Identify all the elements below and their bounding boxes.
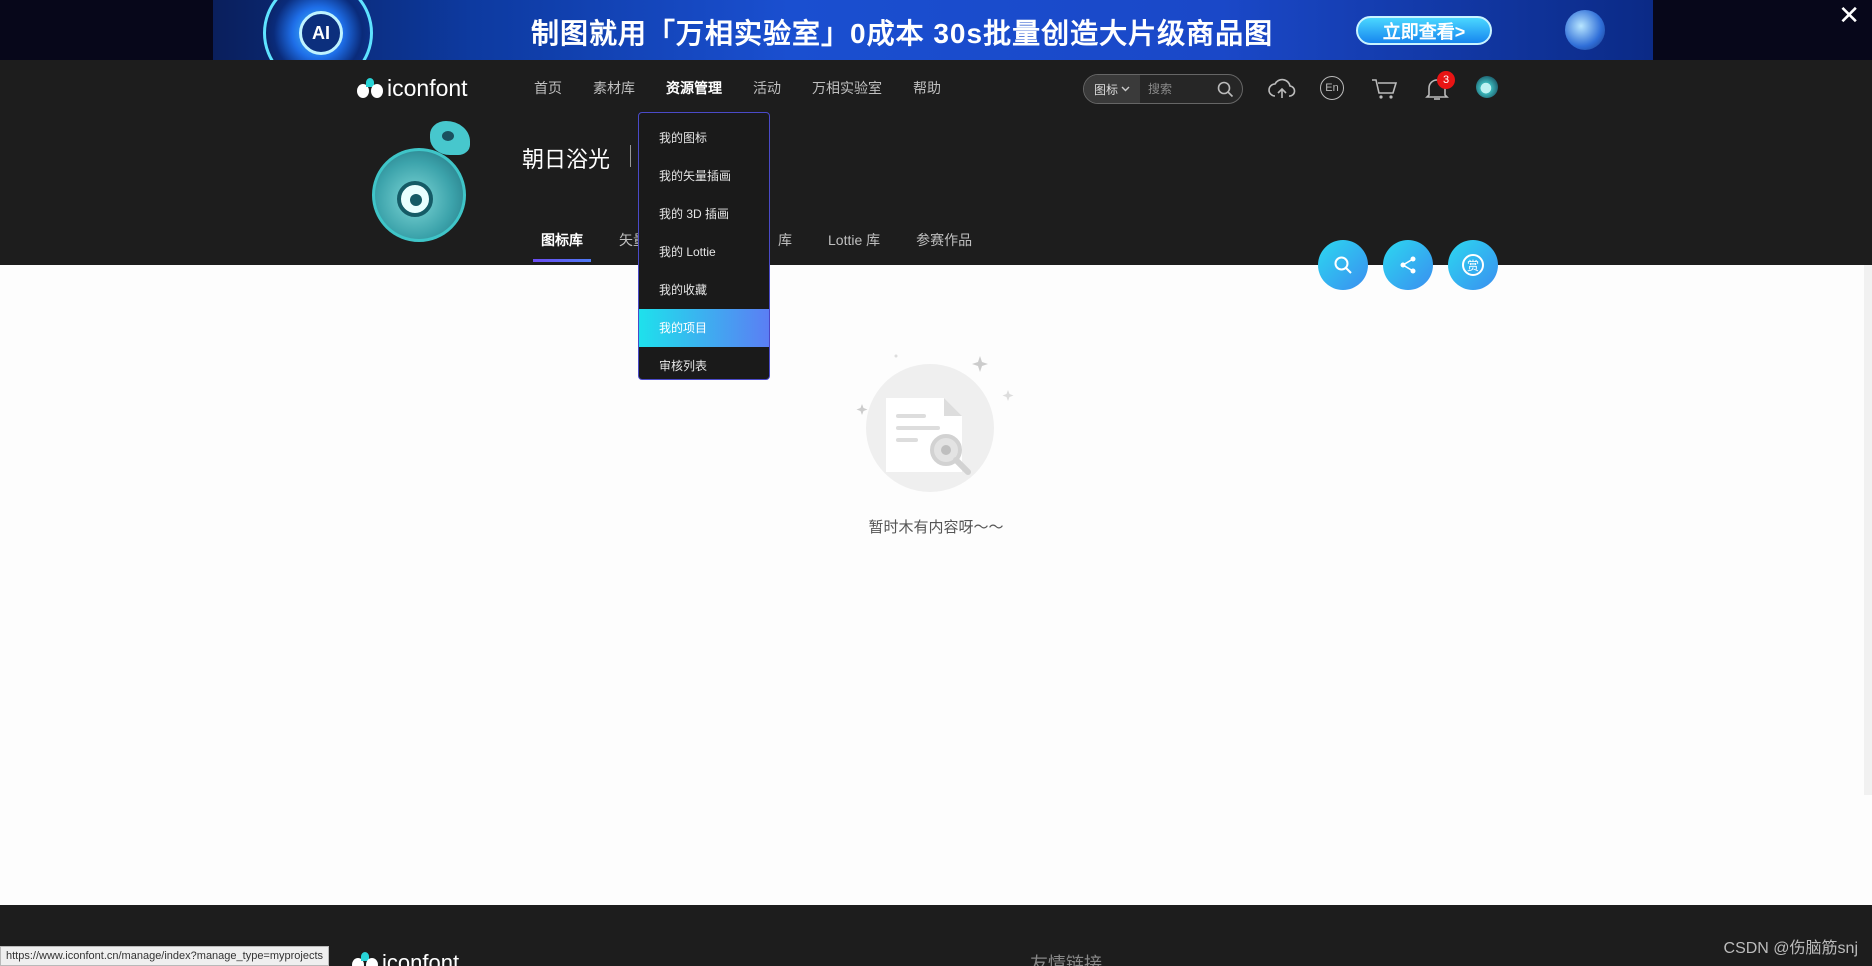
- menu-item-my-icons[interactable]: 我的图标: [639, 119, 769, 157]
- main-nav: 首页 素材库 资源管理 活动 万相实验室 帮助: [534, 78, 972, 98]
- upload-cloud-icon[interactable]: [1268, 76, 1296, 102]
- ai-orb-graphic: AI: [263, 0, 373, 60]
- site-logo[interactable]: iconfont: [357, 75, 468, 102]
- chevron-down-icon: [1121, 86, 1130, 92]
- search-type-select[interactable]: 图标: [1084, 75, 1140, 103]
- username: 朝日浴光: [522, 147, 611, 172]
- search-input[interactable]: [1148, 82, 1218, 96]
- banner-headline: 制图就用「万相实验室」0成本 30s批量创造大片级商品图: [531, 18, 1274, 49]
- menu-item-my-3d-illustrations[interactable]: 我的 3D 插画: [639, 195, 769, 233]
- empty-state-illustration: [856, 354, 1014, 492]
- footer-links-title: 友情链接: [1030, 954, 1102, 966]
- search-icon: [1334, 256, 1352, 274]
- nav-help[interactable]: 帮助: [913, 78, 941, 98]
- divider: [630, 145, 631, 167]
- menu-item-review-list[interactable]: 审核列表: [639, 347, 769, 385]
- close-icon[interactable]: ✕: [1838, 2, 1860, 28]
- tab-lottie[interactable]: Lottie 库: [820, 230, 888, 262]
- tab-icon-library[interactable]: 图标库: [533, 230, 591, 262]
- tab-competition-works[interactable]: 参赛作品: [908, 230, 980, 262]
- menu-item-my-favorites[interactable]: 我的收藏: [639, 271, 769, 309]
- ad-banner[interactable]: AI 制图就用「万相实验室」0成本 30s批量创造大片级商品图 立即查看>: [213, 0, 1653, 60]
- empty-state-message: 暂时木有内容呀～～: [868, 519, 1004, 536]
- cart-icon[interactable]: [1370, 76, 1398, 102]
- resource-management-dropdown: 我的图标 我的矢量插画 我的 3D 插画 我的 Lottie 我的收藏 我的项目…: [638, 112, 770, 380]
- menu-item-my-vector-illustrations[interactable]: 我的矢量插画: [639, 157, 769, 195]
- nav-home[interactable]: 首页: [534, 78, 562, 98]
- nav-wanxiang-lab[interactable]: 万相实验室: [812, 78, 882, 98]
- footer-logo-text: iconfont: [382, 950, 460, 966]
- nav-materials[interactable]: 素材库: [593, 78, 635, 98]
- header-search: 图标: [1083, 74, 1243, 104]
- ai-orb-label: AI: [299, 11, 343, 55]
- share-fab-button[interactable]: [1383, 240, 1433, 290]
- search-icon[interactable]: [1217, 81, 1234, 98]
- page-scrollbar[interactable]: [1864, 265, 1872, 795]
- menu-item-my-lottie[interactable]: 我的 Lottie: [639, 233, 769, 271]
- status-bar-url: https://www.iconfont.cn/manage/index?man…: [0, 946, 330, 966]
- menu-item-my-projects[interactable]: 我的项目: [639, 309, 769, 347]
- nav-activities[interactable]: 活动: [753, 78, 781, 98]
- user-avatar: [372, 121, 470, 242]
- language-switch-icon[interactable]: En: [1320, 76, 1344, 100]
- banner-cta-button[interactable]: 立即查看>: [1356, 16, 1492, 45]
- watermark: CSDN @伤脑筋snj: [1723, 940, 1858, 957]
- user-avatar-small[interactable]: [1476, 76, 1498, 98]
- reward-icon: 赏: [1462, 254, 1484, 276]
- notification-badge: 3: [1437, 71, 1455, 89]
- share-icon: [1400, 256, 1416, 274]
- reward-fab-button[interactable]: 赏: [1448, 240, 1498, 290]
- search-fab-button[interactable]: [1318, 240, 1368, 290]
- search-type-label: 图标: [1093, 82, 1118, 97]
- globe-icon: [1565, 10, 1605, 50]
- logo-icon: [357, 77, 383, 100]
- logo-text: iconfont: [387, 75, 468, 101]
- footer-logo[interactable]: iconfont: [352, 950, 459, 966]
- tab-3d-illustration[interactable]: 库: [770, 230, 800, 262]
- nav-resource-management[interactable]: 资源管理: [666, 78, 722, 98]
- logo-icon: [352, 952, 378, 966]
